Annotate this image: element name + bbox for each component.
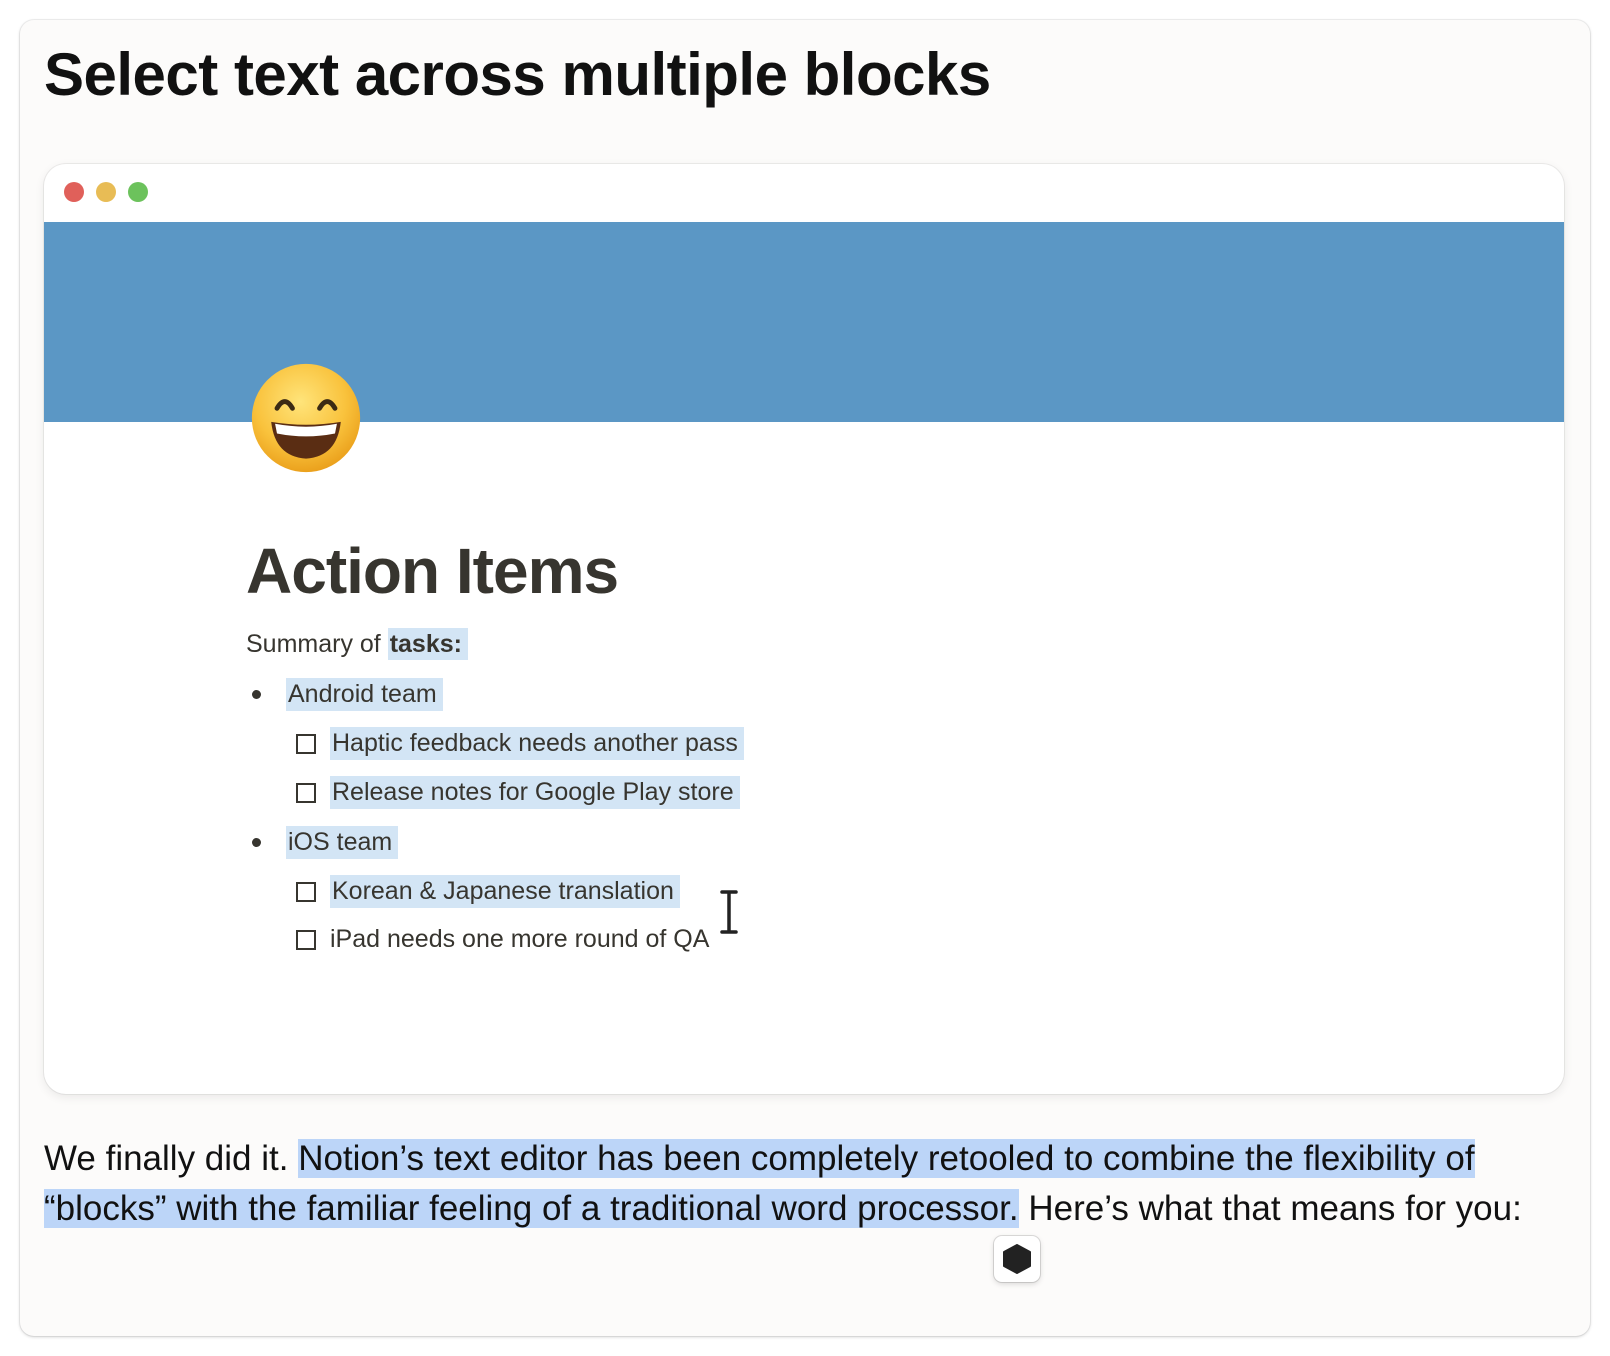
body-text-after: Here’s what that means for you: (1018, 1189, 1522, 1228)
grinning-face-emoji-icon[interactable] (248, 360, 364, 476)
checkbox-icon[interactable] (296, 929, 316, 950)
summary-bold-selected: tasks: (387, 628, 468, 660)
bullet-item-ios[interactable]: iOS team (252, 826, 399, 859)
todo-item[interactable]: Release notes for Google Play store (296, 776, 740, 809)
todo-label: Haptic feedback needs another pass (330, 727, 744, 760)
demo-window: Action Items Summary of tasks: Android t… (44, 164, 1564, 1094)
todo-label: iPad needs one more round of QA (330, 925, 710, 953)
summary-text[interactable]: Summary of tasks: (246, 628, 468, 660)
article-card: Select text across multiple blocks Actio… (20, 20, 1590, 1336)
bullet-dot-icon (252, 690, 261, 699)
checkbox-icon[interactable] (296, 733, 316, 754)
hexagon-icon (1003, 1244, 1031, 1274)
checkbox-icon[interactable] (296, 782, 316, 803)
todo-label: Korean & Japanese translation (330, 875, 680, 908)
todo-item[interactable]: Korean & Japanese translation (296, 875, 680, 908)
page-title[interactable]: Action Items (246, 534, 619, 608)
todo-label: Release notes for Google Play store (330, 776, 740, 809)
summary-prefix: Summary of (246, 630, 388, 658)
section-heading: Select text across multiple blocks (44, 41, 991, 108)
bullet-item-android[interactable]: Android team (252, 678, 443, 711)
body-paragraph[interactable]: We finally did it. Notion’s text editor … (44, 1134, 1544, 1234)
text-cursor-icon (718, 888, 740, 936)
bullet-label: iOS team (286, 826, 399, 859)
body-text-before: We finally did it. (44, 1139, 299, 1178)
checkbox-icon[interactable] (296, 881, 316, 902)
minimize-window-dot[interactable] (96, 182, 116, 202)
floating-action-button[interactable] (994, 1236, 1040, 1282)
todo-item[interactable]: Haptic feedback needs another pass (296, 727, 744, 760)
todo-item[interactable]: iPad needs one more round of QA (296, 925, 709, 954)
close-window-dot[interactable] (64, 182, 84, 202)
maximize-window-dot[interactable] (128, 182, 148, 202)
bullet-dot-icon (252, 838, 261, 847)
bullet-label: Android team (286, 678, 443, 711)
